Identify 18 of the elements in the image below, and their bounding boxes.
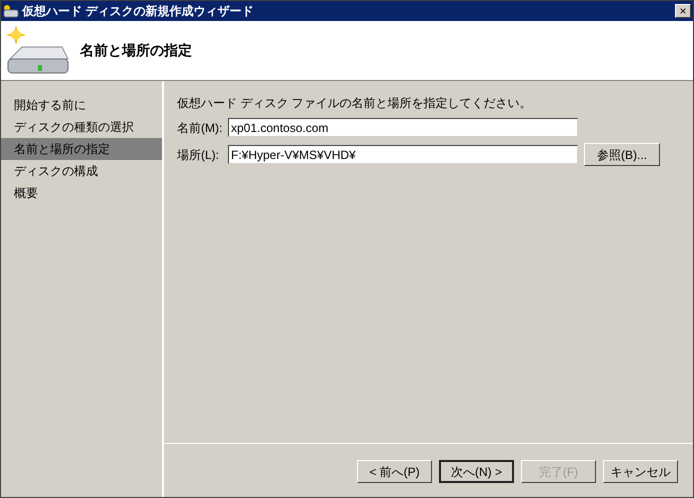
sidebar-item[interactable]: ディスクの構成 (1, 160, 162, 182)
page-heading: 名前と場所の指定 (80, 41, 192, 60)
text-field[interactable]: F:¥Hyper-V¥MS¥VHD¥ (228, 145, 578, 164)
wizard-button[interactable]: キャンセル (603, 460, 678, 483)
browse-button[interactable]: 参照(B)... (584, 143, 660, 166)
disk-icon (3, 4, 19, 18)
field-label: 名前(M): (177, 120, 224, 136)
window-title: 仮想ハード ディスクの新規作成ウィザード (22, 3, 254, 20)
wizard-button[interactable]: 次へ(N) > (439, 460, 514, 483)
instruction-text: 仮想ハード ディスク ファイルの名前と場所を指定してください。 (177, 95, 533, 112)
sidebar-item[interactable]: 名前と場所の指定 (1, 138, 162, 160)
sidebar-item[interactable]: 概要 (1, 182, 162, 204)
text-field[interactable]: xp01.contoso.com (228, 118, 578, 137)
wizard-button[interactable]: < 前へ(P) (357, 460, 432, 483)
close-button[interactable]: × (675, 4, 691, 18)
sidebar-item[interactable]: ディスクの種類の選択 (1, 116, 162, 138)
field-label: 場所(L): (177, 146, 220, 164)
sidebar-item[interactable]: 開始する前に (1, 94, 162, 116)
